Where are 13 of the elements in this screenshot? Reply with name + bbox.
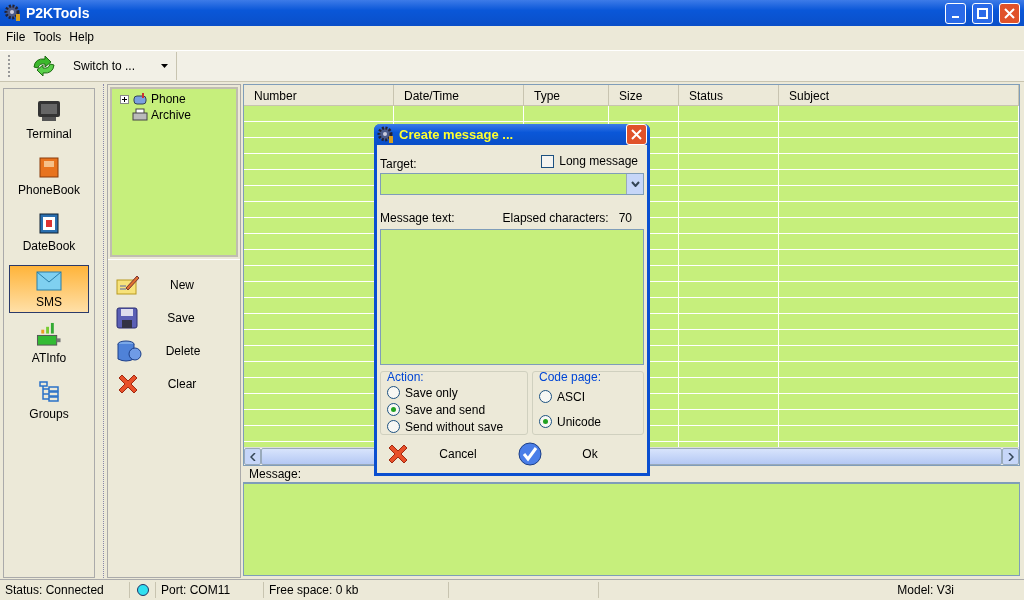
elapsed-characters-count: 70 [618, 211, 632, 225]
model-text: Model: V3i [897, 583, 954, 597]
dialog-title: Create message ... [399, 127, 515, 142]
target-label: Target: [380, 157, 417, 171]
port-text: Port: COM11 [161, 583, 231, 597]
message-text-label: Message text: [380, 211, 455, 225]
group-title: Code page: [539, 370, 603, 384]
window-title: P2KTools [26, 5, 90, 21]
message-label: Message: [249, 467, 302, 481]
free-space-text: Free space: 0 kb [269, 583, 359, 597]
elapsed-characters-label: Elapsed characters: [502, 211, 609, 225]
group-title: Action: [387, 370, 425, 384]
status-text: Status: Connected [5, 583, 104, 597]
